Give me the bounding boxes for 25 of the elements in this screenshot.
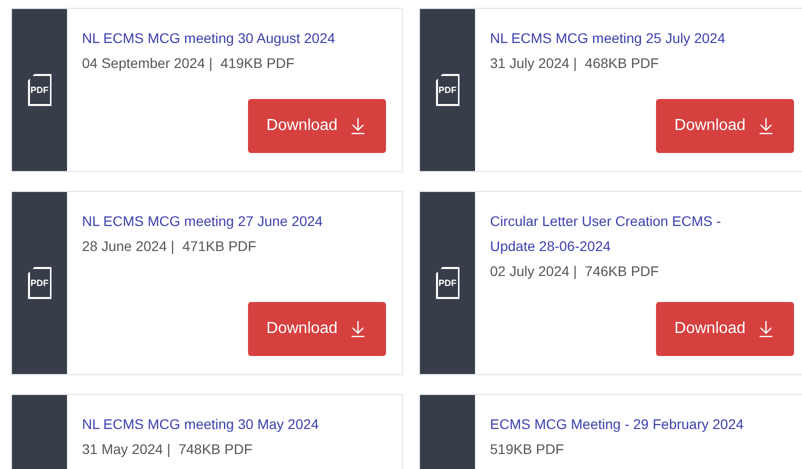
pdf-file-icon: PDF: [28, 74, 52, 106]
document-date: 02 July 2024 |: [490, 262, 577, 281]
download-button[interactable]: Download: [248, 99, 386, 153]
document-date: 04 September 2024 |: [82, 54, 213, 73]
document-title-link[interactable]: Circular Letter User Creation ECMS - Update 28-06-2024: [490, 209, 794, 259]
download-button[interactable]: Download: [656, 302, 794, 356]
download-button[interactable]: Download: [656, 99, 794, 153]
pdf-file-icon: PDF: [436, 267, 460, 299]
document-title-link[interactable]: NL ECMS MCG meeting 30 May 2024: [82, 412, 386, 437]
document-title-link[interactable]: NL ECMS MCG meeting 27 June 2024: [82, 209, 386, 234]
file-size: 519KB PDF: [490, 440, 564, 459]
document-title-link[interactable]: ECMS MCG Meeting - 29 February 2024: [490, 412, 794, 437]
file-size: 468KB PDF: [584, 54, 659, 73]
pdf-file-icon: PDF: [28, 267, 52, 299]
document-date: 28 June 2024 |: [82, 237, 174, 256]
file-size: 471KB PDF: [182, 237, 256, 256]
pdf-file-icon: PDF: [436, 74, 460, 106]
document-date: 31 July 2024 |: [490, 54, 577, 73]
document-date: 31 May 2024 |: [82, 440, 170, 459]
document-title-link[interactable]: NL ECMS MCG meeting 25 July 2024: [490, 26, 794, 51]
file-size: 419KB PDF: [220, 54, 294, 73]
file-size: 748KB PDF: [178, 440, 252, 459]
document-title-link[interactable]: NL ECMS MCG meeting 30 August 2024: [82, 26, 386, 51]
file-size: 746KB PDF: [584, 262, 659, 281]
download-button[interactable]: Download: [248, 302, 386, 356]
